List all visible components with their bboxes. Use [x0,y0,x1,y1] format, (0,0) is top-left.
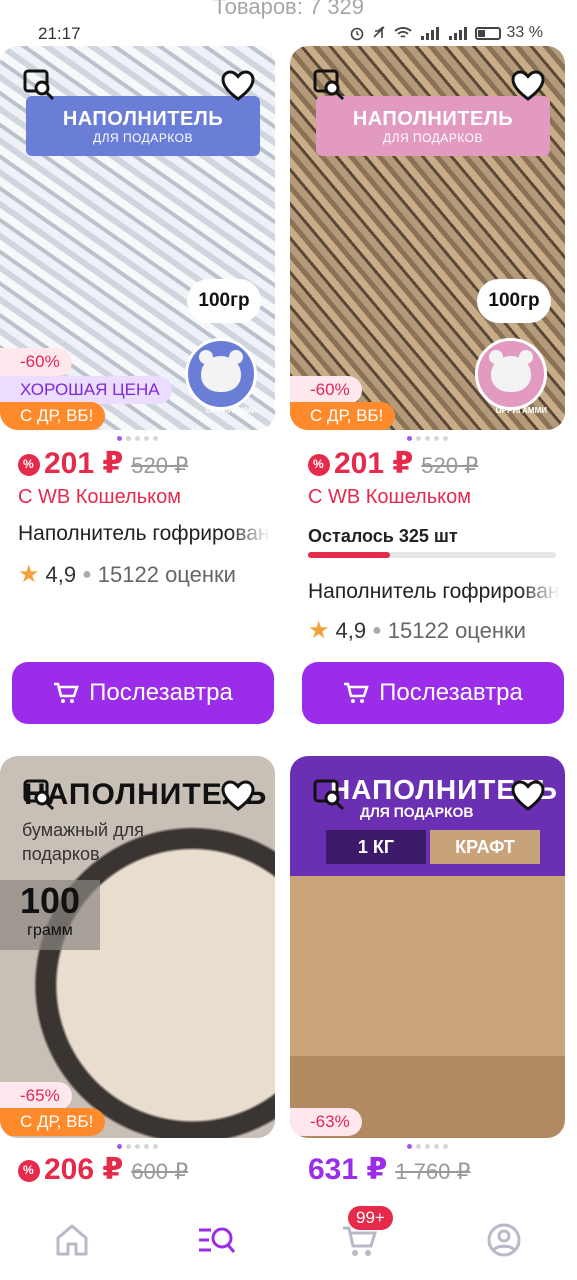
weight-box: 100 грамм [0,880,100,950]
rating-value: 4,9 [45,561,77,587]
wallet-note: С WB Кошельком [18,486,181,508]
bottom-nav: 99+ [0,1192,577,1280]
button-label: Послезавтра [379,679,523,706]
reviews-count: 15122 оценки [97,561,236,587]
bear-logo [185,338,257,410]
add-to-cart-button[interactable]: Послезавтра [12,662,274,724]
photo-pager [0,1144,275,1149]
stock-bar-fill [308,552,390,558]
weight-label: 100гр [477,279,551,323]
photo-banner: НАПОЛНИТЕЛЬ ДЛЯ ПОДАРКОВ [316,96,550,156]
cart-icon [344,682,369,703]
price-row: 201 ₽ 520 ₽ [18,446,188,481]
catalog-search-icon[interactable] [196,1220,236,1260]
banner-subtitle: ДЛЯ ПОДАРКОВ [382,130,484,145]
product-photo[interactable]: НАПОЛНИТЕЛЬ ДЛЯ ПОДАРКОВ 100гр ОРРИГАММИ… [290,46,565,430]
old-price: 520 ₽ [131,453,189,478]
banner-subtitle: бумажный для подарков [22,820,144,864]
alarm-icon [350,27,363,41]
add-to-cart-button[interactable]: Послезавтра [302,662,564,724]
weight-label: 100гр [187,279,261,323]
discount-badge: -60% [290,376,362,404]
button-label: Послезавтра [89,679,233,706]
profile-icon[interactable] [484,1220,524,1260]
reviews-count: 15122 оценки [387,617,526,643]
old-price: 600 ₽ [131,1159,189,1184]
rating: ★ 4,9 ● 15122 оценки [308,617,526,644]
battery-icon [474,26,501,40]
old-price: 1 760 ₽ [395,1159,471,1184]
photo-banner: НАПОЛНИТЕЛЬ ДЛЯ ПОДАРКОВ [26,96,260,156]
price: 201 ₽ [44,447,124,480]
banner-subtitle: ДЛЯ ПОДАРКОВ [360,804,474,820]
price-row: 631 ₽ 1 760 ₽ [308,1152,470,1187]
product-photo[interactable]: НАПОЛНИТЕЛЬ бумажный для подарков 100 гр… [0,756,275,1138]
star-icon: ★ [18,561,40,588]
favorite-heart-icon[interactable] [221,780,255,812]
stock-bar [308,552,556,558]
signal-icon-2 [448,27,467,40]
stock-left: Осталось 325 шт [308,526,458,546]
signal-icon [420,27,439,40]
price-row: 206 ₽ 600 ₽ [18,1152,188,1187]
kg-label: 1 КГ [326,830,426,864]
rating-value: 4,9 [335,617,367,643]
brand-label: ОРРИГАММИ [495,406,547,415]
status-bar: Товаров: 7 329 21:17 33 % [0,0,577,46]
bear-logo [475,338,547,410]
promo-badge: С ДР, ВБ! [290,402,396,430]
photo-pager [290,436,565,441]
wallet-note: С WB Кошельком [308,486,471,508]
wifi-icon [393,27,412,38]
wallet-icon [18,454,40,476]
battery-level: 33 % [506,24,543,41]
price: 201 ₽ [334,447,414,480]
clock: 21:17 [38,24,81,43]
weight-number: 100 [19,880,81,921]
price: 206 ₽ [44,1153,124,1186]
home-icon[interactable] [52,1220,92,1260]
kraft-label: КРАФТ [430,830,540,864]
image-search-icon[interactable] [312,778,346,812]
cart-icon [54,682,79,703]
image-search-icon[interactable] [312,68,346,102]
banner-title: НАПОЛНИТЕЛЬ [62,107,224,130]
discount-badge: -60% [0,348,72,376]
old-price: 520 ₽ [421,453,479,478]
favorite-heart-icon[interactable] [511,70,545,102]
wallet-icon [18,1160,40,1182]
promo-badge: С ДР, ВБ! [0,402,106,430]
favorite-heart-icon[interactable] [511,780,545,812]
product-name[interactable]: Наполнитель гофрированный [308,580,560,604]
mute-icon [372,26,385,38]
price: 631 ₽ [308,1153,388,1186]
photo-pager [290,1144,565,1149]
product-name[interactable]: Наполнитель гофрированный [18,522,270,546]
price-row: 201 ₽ 520 ₽ [308,446,478,481]
star-icon: ★ [308,617,330,644]
image-search-icon[interactable] [22,68,56,102]
product-photo[interactable]: НАПОЛНИТЕЛЬ ДЛЯ ПОДАРКОВ 1 КГ КРАФТ -63% [290,756,565,1138]
cart-badge: 99+ [348,1206,393,1230]
goods-count: Товаров: 7 329 [212,0,365,19]
wallet-icon [308,454,330,476]
good-price-badge: ХОРОШАЯ ЦЕНА [0,376,172,404]
photo-pager [0,436,275,441]
system-icons: 33 % [349,24,543,42]
discount-badge: -65% [0,1082,72,1110]
rating: ★ 4,9 ● 15122 оценки [18,561,236,588]
product-photo[interactable]: НАПОЛНИТЕЛЬ ДЛЯ ПОДАРКОВ 100гр ОРРИГАММИ… [0,46,275,430]
discount-badge: -63% [290,1108,362,1136]
banner-subtitle: ДЛЯ ПОДАРКОВ [92,130,194,145]
image-search-icon[interactable] [22,778,56,812]
brand-label: ОРРИГАММИ [205,406,257,415]
weight-unit: грамм [27,922,73,939]
promo-badge: С ДР, ВБ! [0,1108,106,1136]
favorite-heart-icon[interactable] [221,70,255,102]
banner-title: НАПОЛНИТЕЛЬ [352,107,514,130]
